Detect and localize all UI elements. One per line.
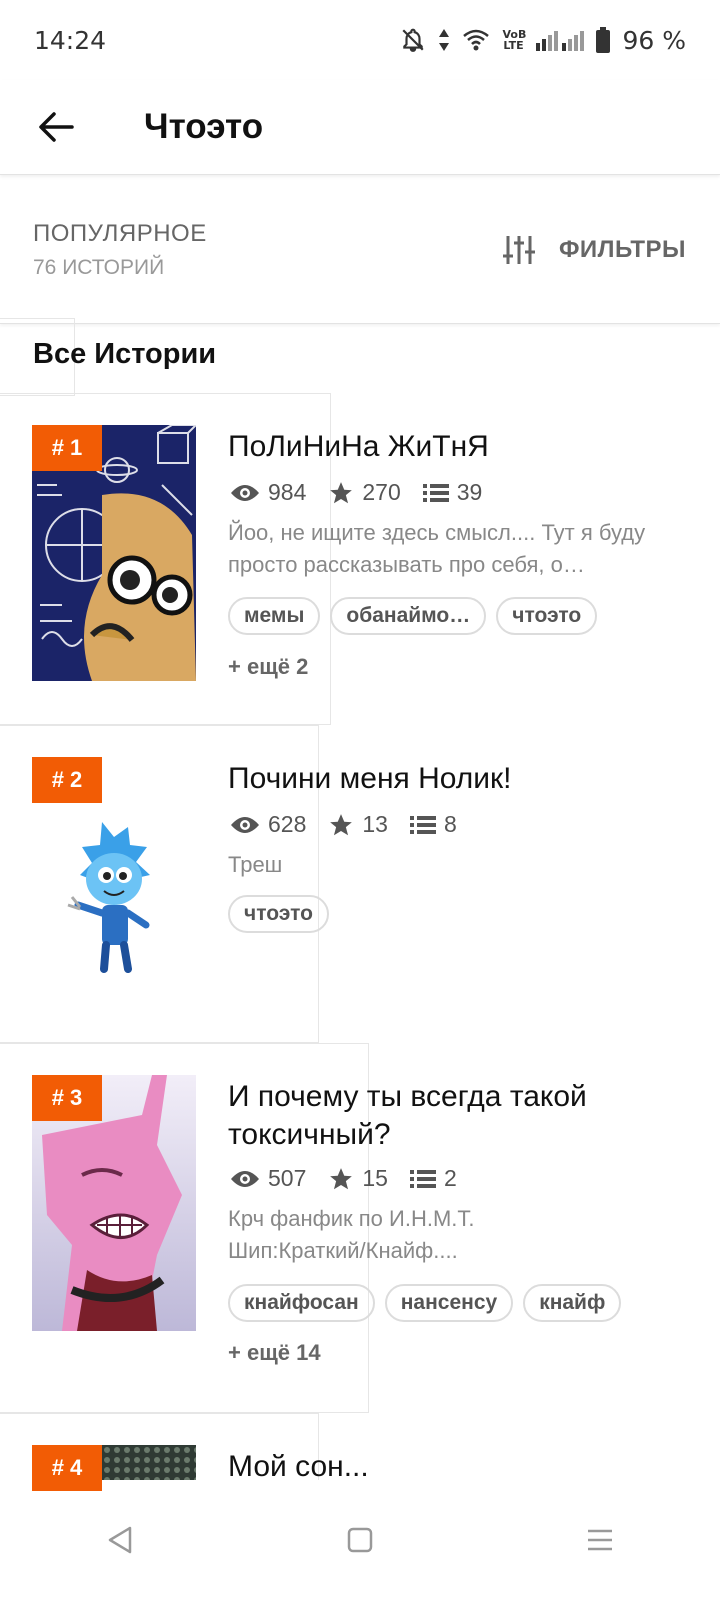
more-tags-link[interactable]: + ещё 2: [228, 654, 308, 680]
nav-back-button[interactable]: [80, 1500, 160, 1580]
signal-icon: [536, 29, 585, 51]
parts-stat: 39: [422, 479, 483, 506]
tag[interactable]: обанаймо…: [330, 597, 487, 635]
votes-count: 270: [362, 479, 401, 505]
votes-stat: 270: [328, 479, 401, 506]
tag-list: мемы обанаймо… чтоэто: [228, 597, 598, 635]
story-stats: 984 270 39: [230, 479, 504, 506]
story-card[interactable]: # 1 ПоЛиНиНа ЖиТнЯ 984 270 39 Йоо, не ищ…: [0, 393, 720, 725]
list-icon: [422, 483, 449, 502]
story-title[interactable]: Почини меня Нолик!: [228, 760, 688, 798]
parts-count: 2: [443, 1165, 457, 1191]
volte-icon: VoB LTE: [502, 28, 527, 52]
story-count: 76 ИСТОРИЙ: [33, 255, 165, 279]
story-card[interactable]: # 3 И почему ты всегда такой токсичный? …: [0, 1043, 720, 1413]
wifi-icon: [462, 28, 490, 52]
page-title: Чтоэто: [144, 107, 264, 146]
views-stat: 507: [230, 1165, 306, 1192]
parts-count: 39: [456, 479, 483, 505]
votes-stat: 15: [328, 1165, 388, 1192]
views-count: 984: [268, 479, 307, 505]
star-icon: [330, 1167, 353, 1189]
more-tags-link[interactable]: + ещё 14: [228, 1340, 321, 1366]
nav-menu-icon: [588, 1529, 612, 1551]
views-count: 628: [268, 811, 307, 837]
story-title[interactable]: И почему ты всегда такой токсичный?: [228, 1078, 688, 1154]
sort-selector[interactable]: ПОПУЛЯРНОЕ 76 ИСТОРИЙ: [33, 220, 207, 280]
sort-label: ПОПУЛЯРНОЕ: [33, 219, 207, 247]
parts-stat: 2: [409, 1165, 457, 1192]
votes-count: 15: [362, 1165, 388, 1191]
parts-count: 8: [443, 811, 457, 837]
story-description: Йоо, не ищите здесь смысл.... Тут я буду…: [228, 520, 646, 577]
nav-menu-button[interactable]: [560, 1500, 640, 1580]
star-icon: [330, 481, 353, 503]
status-time: 14:24: [34, 25, 107, 55]
section-title: Все Истории: [33, 338, 217, 370]
data-arrows-icon: [438, 27, 450, 53]
tag[interactable]: кнайф: [523, 1284, 622, 1322]
tag-list: чтоэто: [228, 895, 329, 933]
back-button[interactable]: [28, 99, 84, 155]
tag[interactable]: чтоэто: [228, 895, 329, 933]
views-stat: 984: [230, 479, 306, 506]
eye-icon: [231, 484, 259, 501]
parts-stat: 8: [409, 811, 457, 838]
story-description: Крч фанфик по И.Н.М.Т. Шип:Краткий/Кнайф…: [228, 1206, 475, 1263]
views-stat: 628: [230, 811, 306, 838]
rank-badge: # 4: [32, 1445, 102, 1491]
status-bar: 14:24 VoB LTE 96 %: [0, 0, 720, 80]
app-bar: Чтоэто: [0, 80, 720, 175]
story-stats: 628 13 8: [230, 811, 479, 838]
views-count: 507: [268, 1165, 307, 1191]
tag[interactable]: кнайфосан: [228, 1284, 375, 1322]
story-title[interactable]: ПоЛиНиНа ЖиТнЯ: [228, 428, 688, 466]
story-stats: 507 15 2: [230, 1165, 479, 1192]
votes-stat: 13: [328, 811, 388, 838]
tag-list: кнайфосан нансенсу кнайф: [228, 1284, 622, 1322]
rank-badge: # 1: [32, 425, 102, 471]
status-icons: VoB LTE 96 %: [400, 26, 686, 55]
nav-home-icon: [347, 1527, 373, 1553]
story-card[interactable]: # 2 Почини меня Нолик! 628 13 8 Треш что…: [0, 725, 720, 1043]
star-icon: [330, 813, 353, 835]
rank-badge: # 3: [32, 1075, 102, 1121]
eye-icon: [231, 816, 259, 833]
list-icon: [409, 815, 436, 834]
tag[interactable]: мемы: [228, 597, 321, 635]
battery-level: 96 %: [622, 25, 686, 55]
back-arrow-icon: [39, 112, 74, 142]
list-icon: [409, 1169, 436, 1188]
rank-badge: # 2: [32, 757, 102, 803]
votes-count: 13: [362, 811, 388, 837]
sort-filter-bar: ПОПУЛЯРНОЕ 76 ИСТОРИЙ ФИЛЬТРЫ: [0, 176, 720, 324]
filter-sliders-icon: [502, 235, 535, 264]
filters-button[interactable]: ФИЛЬТРЫ: [502, 234, 686, 266]
mute-icon: [400, 27, 426, 53]
tag[interactable]: нансенсу: [384, 1284, 514, 1322]
eye-icon: [231, 1170, 259, 1187]
battery-icon: [596, 27, 611, 53]
nav-back-icon: [108, 1526, 132, 1554]
tag[interactable]: чтоэто: [496, 597, 598, 635]
system-nav-bar: [0, 1480, 720, 1600]
filters-label: ФИЛЬТРЫ: [558, 235, 686, 263]
story-description: Треш: [228, 852, 283, 877]
nav-home-button[interactable]: [320, 1500, 400, 1580]
